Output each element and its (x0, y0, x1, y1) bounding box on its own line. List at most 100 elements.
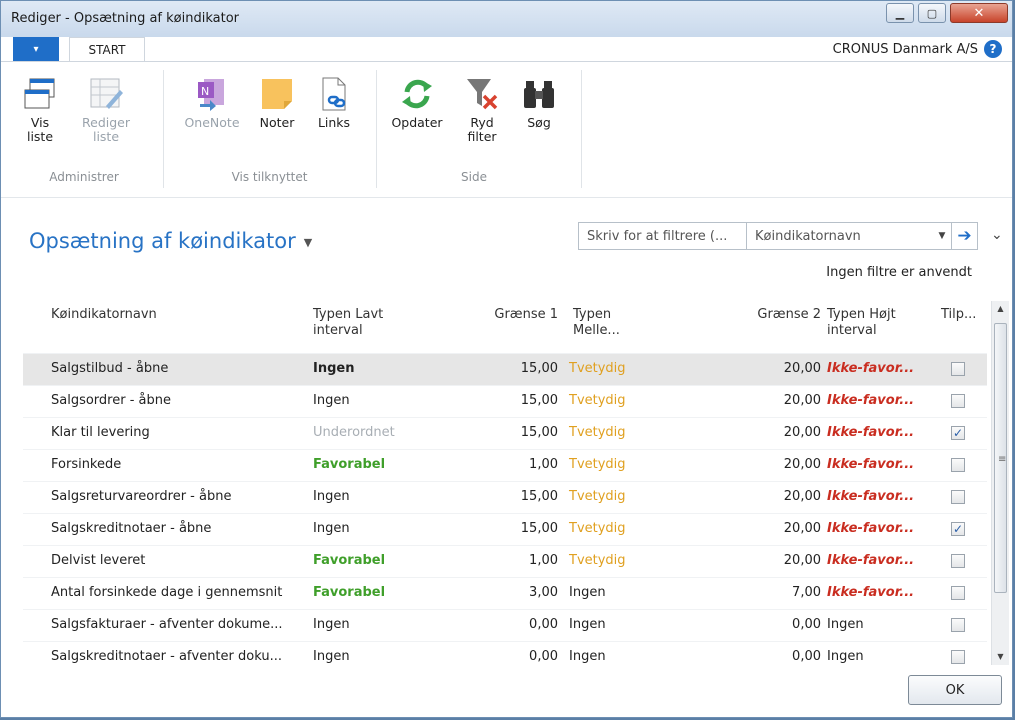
col-header-tilp[interactable]: Tilp... (941, 307, 976, 323)
checkbox-tilp[interactable] (951, 586, 965, 600)
cell-high-type[interactable]: Ikke-favor... (827, 521, 914, 536)
cell-name[interactable]: Forsinkede (51, 457, 121, 472)
cell-high-type[interactable]: Ikke-favor... (827, 585, 914, 600)
noter-button[interactable]: Noter (255, 76, 299, 130)
filter-input[interactable]: Skriv for at filtrere (... (579, 223, 747, 249)
checkbox-tilp[interactable] (951, 650, 965, 664)
cell-low-type[interactable]: Ingen (313, 649, 350, 664)
cell-limit-1[interactable]: 15,00 (463, 521, 558, 536)
cell-low-type[interactable]: Ingen (313, 361, 354, 376)
close-button[interactable]: ✕ (950, 3, 1008, 23)
cell-limit-1[interactable]: 1,00 (463, 457, 558, 472)
cell-limit-1[interactable]: 3,00 (463, 585, 558, 600)
chevron-down-icon[interactable]: ▼ (304, 236, 312, 249)
cell-low-type[interactable]: Favorabel (313, 457, 385, 472)
cell-name[interactable]: Delvist leveret (51, 553, 145, 568)
scroll-thumb[interactable]: ≡ (994, 323, 1007, 593)
table-row[interactable]: Salgskreditnotaer - åbne Ingen 15,00 Tvetyd… (23, 513, 987, 545)
cell-mid-type[interactable]: Tvetydig (569, 393, 626, 408)
cell-mid-type[interactable]: Ingen (569, 585, 606, 600)
maximize-button[interactable]: ▢ (918, 3, 946, 23)
chevron-down-icon[interactable]: ▼ (933, 231, 951, 241)
cell-low-type[interactable]: Favorabel (313, 553, 385, 568)
checkbox-tilp[interactable] (951, 362, 965, 376)
arrow-right-icon[interactable]: ➔ (951, 223, 977, 249)
page-title-area[interactable]: Opsætning af køindikator ▼ (29, 229, 312, 253)
col-header-low[interactable]: Typen Lavt interval (313, 307, 383, 339)
table-row[interactable]: Salgsfakturaer - afventer dokume... Ingen… (23, 609, 987, 641)
cell-mid-type[interactable]: Tvetydig (569, 457, 626, 472)
cell-high-type[interactable]: Ikke-favor... (827, 361, 914, 376)
col-header-high[interactable]: Typen Højt interval (827, 307, 896, 339)
cell-low-type[interactable]: Ingen (313, 521, 350, 536)
table-row[interactable]: Salgstilbud - åbne Ingen 15,00 Tvetydig 20,0… (23, 353, 987, 385)
cell-mid-type[interactable]: Ingen (569, 617, 606, 632)
table-row[interactable]: Klar til levering Underordnet 15,00 Tvetydi… (23, 417, 987, 449)
ok-button[interactable]: OK (908, 675, 1002, 705)
cell-limit-1[interactable]: 15,00 (463, 489, 558, 504)
cell-high-type[interactable]: Ikke-favor... (827, 553, 914, 568)
sog-button[interactable]: Søg (521, 76, 557, 130)
cell-mid-type[interactable]: Tvetydig (569, 425, 626, 440)
cell-limit-2[interactable]: 20,00 (723, 521, 821, 536)
cell-limit-2[interactable]: 20,00 (723, 457, 821, 472)
table-row[interactable]: Delvist leveret Favorabel 1,00 Tvetydig 20,0… (23, 545, 987, 577)
cell-name[interactable]: Salgskreditnotaer - afventer doku... (51, 649, 282, 664)
cell-name[interactable]: Salgsordrer - åbne (51, 393, 171, 408)
table-row[interactable]: Antal forsinkede dage i gennemsnit Favora… (23, 577, 987, 609)
cell-name[interactable]: Antal forsinkede dage i gennemsnit (51, 585, 282, 600)
cell-high-type[interactable]: Ingen (827, 617, 864, 632)
table-row[interactable]: Salgsreturvareordrer - åbne Ingen 15,00 Tve… (23, 481, 987, 513)
ryd-filter-button[interactable]: Ryd filter (461, 76, 503, 144)
onenote-button[interactable]: N OneNote (177, 76, 247, 130)
cell-name[interactable]: Salgsfakturaer - afventer dokume... (51, 617, 283, 632)
cell-limit-1[interactable]: 15,00 (463, 361, 558, 376)
cell-limit-2[interactable]: 0,00 (723, 617, 821, 632)
cell-limit-1[interactable]: 0,00 (463, 649, 558, 664)
cell-high-type[interactable]: Ikke-favor... (827, 393, 914, 408)
checkbox-tilp[interactable]: ✓ (951, 522, 965, 536)
links-button[interactable]: Links (313, 76, 355, 130)
cell-name[interactable]: Salgsreturvareordrer - åbne (51, 489, 231, 504)
app-menu-button[interactable]: ▾ (13, 37, 59, 61)
cell-mid-type[interactable]: Tvetydig (569, 361, 626, 376)
col-header-g2[interactable]: Grænse 2 (723, 307, 821, 323)
cell-limit-2[interactable]: 20,00 (723, 425, 821, 440)
table-row[interactable]: Salgsordrer - åbne Ingen 15,00 Tvetydig 20,0… (23, 385, 987, 417)
cell-limit-2[interactable]: 20,00 (723, 361, 821, 376)
checkbox-tilp[interactable] (951, 458, 965, 472)
cell-high-type[interactable]: Ikke-favor... (827, 457, 914, 472)
cell-low-type[interactable]: Favorabel (313, 585, 385, 600)
help-icon[interactable]: ? (984, 40, 1002, 58)
minimize-button[interactable]: ▁ (886, 3, 914, 23)
checkbox-tilp[interactable]: ✓ (951, 426, 965, 440)
col-header-g1[interactable]: Grænse 1 (463, 307, 558, 323)
scroll-down-icon[interactable]: ▼ (992, 649, 1009, 665)
cell-mid-type[interactable]: Ingen (569, 649, 606, 664)
filter-field-select[interactable]: Køindikatornavn (747, 229, 933, 244)
vis-liste-button[interactable]: Vis liste (19, 76, 61, 144)
cell-limit-1[interactable]: 0,00 (463, 617, 558, 632)
col-header-name[interactable]: Køindikatornavn (51, 307, 157, 323)
cell-high-type[interactable]: Ingen (827, 649, 864, 664)
opdater-button[interactable]: Opdater (389, 76, 445, 130)
collapse-chevron-icon[interactable]: ⌄ (991, 227, 1003, 243)
checkbox-tilp[interactable] (951, 490, 965, 504)
table-row[interactable]: Salgskreditnotaer - afventer doku... Inge… (23, 641, 987, 673)
cell-high-type[interactable]: Ikke-favor... (827, 489, 914, 504)
tab-start[interactable]: START (69, 37, 145, 61)
cell-low-type[interactable]: Ingen (313, 617, 350, 632)
scroll-up-icon[interactable]: ▲ (992, 301, 1009, 317)
cell-low-type[interactable]: Ingen (313, 393, 350, 408)
vertical-scrollbar[interactable]: ▲ ≡ ▼ (991, 301, 1009, 665)
cell-mid-type[interactable]: Tvetydig (569, 521, 626, 536)
checkbox-tilp[interactable] (951, 394, 965, 408)
cell-limit-2[interactable]: 20,00 (723, 553, 821, 568)
cell-limit-2[interactable]: 20,00 (723, 489, 821, 504)
cell-limit-2[interactable]: 20,00 (723, 393, 821, 408)
cell-limit-2[interactable]: 7,00 (723, 585, 821, 600)
rediger-liste-button[interactable]: Rediger liste (81, 76, 131, 144)
cell-mid-type[interactable]: Tvetydig (569, 489, 626, 504)
cell-low-type[interactable]: Ingen (313, 489, 350, 504)
cell-limit-2[interactable]: 0,00 (723, 649, 821, 664)
